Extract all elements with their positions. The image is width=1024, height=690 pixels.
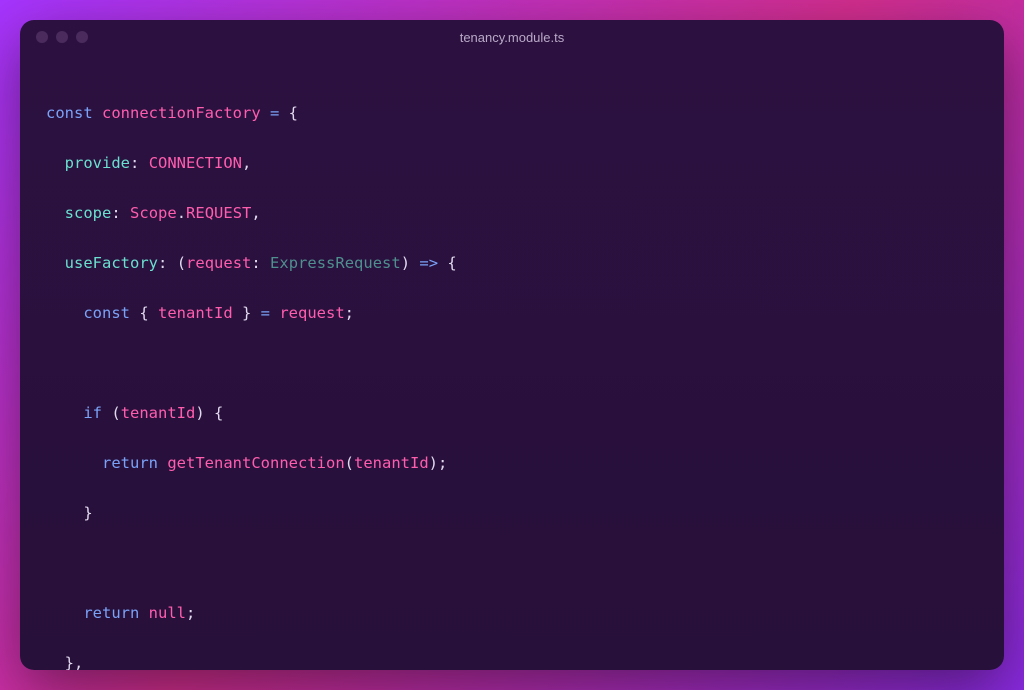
code-line: return getTenantConnection(tenantId);	[46, 451, 978, 476]
window-title: tenancy.module.ts	[20, 30, 1004, 45]
code-line	[46, 351, 978, 376]
window-titlebar: tenancy.module.ts	[20, 20, 1004, 54]
code-line: scope: Scope.REQUEST,	[46, 201, 978, 226]
code-line: const { tenantId } = request;	[46, 301, 978, 326]
code-line: return null;	[46, 601, 978, 626]
code-line: useFactory: (request: ExpressRequest) =>…	[46, 251, 978, 276]
code-line	[46, 551, 978, 576]
minimize-icon[interactable]	[56, 31, 68, 43]
code-line: const connectionFactory = {	[46, 101, 978, 126]
zoom-icon[interactable]	[76, 31, 88, 43]
window-controls	[36, 31, 88, 43]
editor-window: tenancy.module.ts const connectionFactor…	[20, 20, 1004, 670]
code-line: provide: CONNECTION,	[46, 151, 978, 176]
code-line: if (tenantId) {	[46, 401, 978, 426]
code-line: },	[46, 651, 978, 670]
code-editor[interactable]: const connectionFactory = { provide: CON…	[20, 54, 1004, 670]
background-gradient: tenancy.module.ts const connectionFactor…	[0, 0, 1024, 690]
code-line: }	[46, 501, 978, 526]
close-icon[interactable]	[36, 31, 48, 43]
